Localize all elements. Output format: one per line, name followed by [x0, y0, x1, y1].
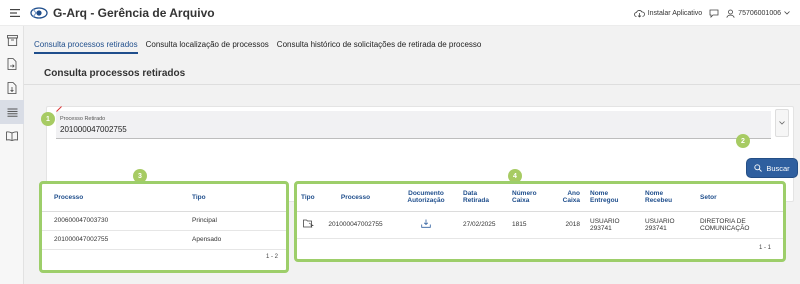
table-row[interactable]: 201000047002755 Apensado	[42, 230, 286, 250]
rail-item-document-out[interactable]	[0, 52, 24, 76]
app-logo-icon	[30, 4, 48, 22]
top-actions: Instalar Aplicativo 75706001006	[633, 0, 790, 26]
user-menu-button[interactable]: 75706001006	[726, 9, 790, 18]
search-icon	[754, 164, 763, 172]
page-title: Consulta processos retirados	[44, 68, 186, 79]
cell-line: 293741	[590, 224, 612, 232]
tab-consulta-localizacao[interactable]: Consulta localização de processos	[146, 40, 269, 54]
column-header-setor: Setor	[696, 184, 783, 212]
buscar-label: Buscar	[766, 163, 790, 173]
cell-setor: DIRETORIA DE COMUNICAÇÃO	[696, 211, 783, 239]
menu-toggle-button[interactable]	[4, 0, 26, 26]
column-header-nome-recebeu: Nome Recebeu	[641, 184, 696, 212]
header-line: Data	[463, 190, 478, 198]
cell-documento	[393, 211, 459, 239]
column-header-tipo: Tipo	[297, 184, 318, 212]
header-line: Nome	[645, 190, 664, 198]
cell-processo: 201000047002755	[318, 211, 393, 239]
header-line: Caixa	[512, 197, 530, 205]
processo-tipo-table: Processo Tipo 200600047003730 Principal …	[42, 184, 286, 250]
open-book-icon	[6, 131, 18, 141]
required-marker-icon	[56, 106, 62, 112]
cell-tipo: Principal	[188, 211, 286, 231]
column-header-nome-entregou: Nome Entregou	[586, 184, 641, 212]
processo-retirado-select[interactable]: Processo Retirado 201000047002755	[56, 111, 771, 139]
hamburger-icon	[10, 8, 20, 17]
list-icon	[7, 108, 17, 117]
top-bar: G-Arq - Gerência de Arquivo Instalar Apl…	[0, 0, 800, 26]
cell-processo: 201000047002755	[42, 230, 188, 250]
buscar-button[interactable]: Buscar	[746, 158, 798, 178]
tab-bar: Consulta processos retirados Consulta lo…	[34, 40, 481, 54]
cell-line: 293741	[645, 224, 667, 232]
header-line: Autorização	[407, 197, 445, 205]
cloud-download-icon	[633, 9, 645, 18]
retiradas-table: Tipo Processo Documento Autorização Data…	[297, 184, 783, 239]
header-line: Ano	[567, 190, 580, 198]
tab-consulta-processos-retirados[interactable]: Consulta processos retirados	[34, 40, 138, 54]
rail-item-book[interactable]	[0, 124, 24, 148]
chat-bubble-icon	[709, 9, 719, 18]
table-row[interactable]: 201000047002755 27/02/2025 1815 2018 USU…	[297, 211, 783, 239]
cell-processo: 200600047003730	[42, 211, 188, 231]
user-icon	[726, 9, 735, 18]
column-header-documento-autorizacao: Documento Autorização	[393, 184, 459, 212]
table-row[interactable]: 200600047003730 Principal	[42, 211, 286, 231]
cell-nome-entregou: USUARIO 293741	[586, 211, 641, 239]
pagination-label: 1 - 2	[265, 254, 278, 260]
install-app-button[interactable]: Instalar Aplicativo	[633, 9, 703, 18]
folder-pointer-icon[interactable]	[303, 219, 314, 228]
app-title: G-Arq - Gerência de Arquivo	[53, 5, 215, 20]
table-header-row: Processo Tipo	[42, 184, 286, 212]
processo-retirado-label: Processo Retirado	[60, 116, 106, 122]
annotation-marker-1: 1	[41, 112, 55, 126]
cell-data-retirada: 27/02/2025	[459, 211, 508, 239]
header-line: Retirada	[463, 197, 490, 205]
header-line: Recebeu	[645, 197, 673, 205]
column-header-ano-caixa: Ano Caixa	[548, 184, 586, 212]
side-rail	[0, 26, 24, 284]
processo-tipo-table-card: Processo Tipo 200600047003730 Principal …	[39, 181, 289, 273]
column-header-data-retirada: Data Retirada	[459, 184, 508, 212]
cell-numero-caixa: 1815	[508, 211, 548, 239]
table-header-row: Tipo Processo Documento Autorização Data…	[297, 184, 783, 212]
annotation-marker-2: 2	[736, 134, 750, 148]
rail-item-document-in[interactable]	[0, 76, 24, 100]
cell-line: USUARIO	[645, 217, 675, 225]
header-line: Entregou	[590, 197, 619, 205]
chevron-down-icon	[784, 11, 790, 15]
cell-nome-recebeu: USUARIO 293741	[641, 211, 696, 239]
column-header-processo: Processo	[318, 184, 393, 212]
header-line: Documento	[408, 190, 444, 198]
archive-box-icon	[6, 34, 18, 46]
chat-button[interactable]	[709, 9, 719, 18]
document-arrow-icon	[7, 58, 17, 70]
cell-line: USUARIO	[590, 217, 620, 225]
rail-item-list[interactable]	[0, 100, 24, 124]
install-app-label: Instalar Aplicativo	[647, 9, 703, 17]
cell-line: COMUNICAÇÃO	[700, 224, 750, 232]
tab-consulta-historico[interactable]: Consulta histórico de solicitações de re…	[277, 40, 482, 54]
cell-ano-caixa: 2018	[548, 211, 586, 239]
download-icon[interactable]	[421, 219, 431, 228]
cell-tipo	[297, 211, 318, 239]
column-header-tipo: Tipo	[188, 184, 286, 212]
column-header-processo: Processo	[42, 184, 188, 212]
retiradas-table-card: Tipo Processo Documento Autorização Data…	[294, 181, 786, 262]
processo-retirado-value: 201000047002755	[60, 125, 127, 134]
divider	[24, 84, 800, 85]
rail-item-archive[interactable]	[0, 28, 24, 52]
cell-line: DIRETORIA DE	[700, 217, 746, 225]
header-line: Caixa	[562, 197, 580, 205]
chevron-down-icon	[779, 121, 785, 125]
dropdown-toggle-button[interactable]	[775, 109, 789, 137]
header-line: Número	[512, 190, 537, 198]
cell-tipo: Apensado	[188, 230, 286, 250]
document-download-icon	[7, 82, 17, 94]
pagination-label: 1 - 1	[758, 245, 771, 251]
user-id-label: 75706001006	[738, 9, 781, 17]
header-line: Nome	[590, 190, 609, 198]
column-header-numero-caixa: Número Caixa	[508, 184, 548, 212]
